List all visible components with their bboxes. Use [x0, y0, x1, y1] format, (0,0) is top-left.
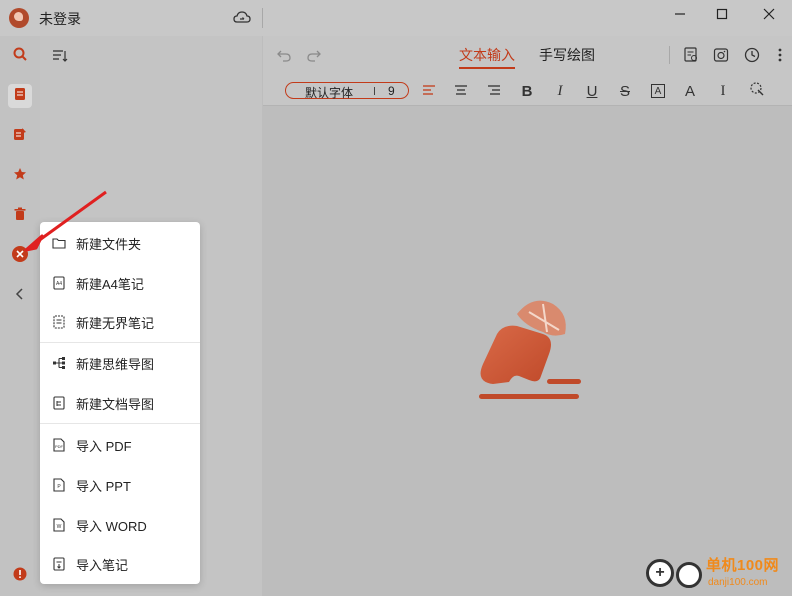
text-height-button[interactable]: I [713, 81, 733, 101]
trash-button[interactable] [8, 204, 32, 228]
menu-import-ppt[interactable]: P 导入 PPT [40, 466, 200, 504]
font-name: 默认字体 [305, 86, 354, 100]
note-icon [13, 87, 27, 106]
strikethrough-button[interactable]: S [615, 81, 635, 101]
menu-label: 新建无界笔记 [76, 315, 155, 331]
text-box-icon: A [651, 84, 665, 98]
ppt-icon: P [52, 478, 66, 492]
folder-icon [52, 236, 66, 250]
editor-toolbar: 文本输入 手写绘图 默认字体 9 B I U S A A I [263, 36, 792, 106]
menu-new-mindmap[interactable]: 新建思维导图 [40, 344, 200, 382]
left-rail [0, 36, 40, 596]
notes-button[interactable] [8, 84, 32, 108]
menu-divider [40, 423, 200, 424]
empty-state-illustration [473, 294, 583, 409]
minimize-icon [674, 7, 686, 25]
collapse-button[interactable] [8, 284, 32, 308]
menu-new-infinite-note[interactable]: 新建无界笔记 [40, 303, 200, 341]
format-painter-button[interactable] [747, 81, 767, 101]
menu-label: 导入 WORD [76, 518, 147, 534]
watermark-brand: 单机100网 [706, 557, 780, 574]
close-icon [763, 7, 775, 25]
svg-text:W: W [57, 524, 62, 530]
menu-label: 导入 PPT [76, 478, 131, 494]
close-button[interactable] [755, 4, 783, 28]
menu-label: 新建文档导图 [76, 396, 155, 412]
menu-import-note[interactable]: 导入笔记 [40, 545, 200, 583]
svg-text:P: P [57, 484, 61, 490]
menu-new-folder[interactable]: 新建文件夹 [40, 224, 200, 262]
menu-new-a4-note[interactable]: A4 新建A4笔记 [40, 264, 200, 302]
star-icon [13, 167, 27, 186]
add-icon [11, 245, 29, 268]
sort-icon[interactable] [52, 49, 68, 68]
menu-label: 新建文件夹 [76, 236, 142, 252]
app-logo [9, 8, 29, 28]
align-right-icon [487, 83, 501, 100]
menu-label: 导入 PDF [76, 438, 132, 454]
menu-import-word[interactable]: W 导入 WORD [40, 506, 200, 544]
align-left-button[interactable] [419, 81, 439, 101]
menu-label: 导入笔记 [76, 557, 129, 573]
pdf-icon: PDF [52, 438, 66, 452]
search-button[interactable] [8, 44, 32, 68]
watermark-url: danji100.com [708, 577, 768, 588]
align-left-icon [422, 83, 436, 100]
watermark-plus-icon: + [646, 559, 674, 587]
mindmap-icon [52, 356, 66, 370]
font-color-button[interactable]: A [680, 81, 700, 101]
tab-handwriting[interactable]: 手写绘图 [539, 45, 595, 65]
align-right-button[interactable] [484, 81, 504, 101]
cloud-sync-icon[interactable] [233, 10, 251, 26]
insert-image-icon[interactable] [712, 46, 730, 64]
menu-label: 新建思维导图 [76, 356, 155, 372]
import-note-icon [52, 557, 66, 571]
svg-text:PDF: PDF [55, 444, 64, 449]
italic-button[interactable]: I [550, 81, 570, 101]
alert-button[interactable] [8, 564, 32, 588]
menu-import-pdf[interactable]: PDF 导入 PDF [40, 426, 200, 464]
collapse-icon [14, 287, 26, 306]
history-icon[interactable] [743, 46, 761, 64]
titlebar-divider [262, 8, 263, 28]
watermark-circle-icon [676, 562, 702, 588]
add-button[interactable] [8, 244, 32, 268]
alert-icon [13, 567, 27, 586]
trash-icon [13, 207, 27, 226]
svg-text:A4: A4 [56, 281, 62, 287]
menu-label: 新建A4笔记 [76, 276, 144, 292]
bold-button[interactable]: B [517, 81, 537, 101]
tab-text-input[interactable]: 文本输入 [459, 45, 515, 69]
maximize-icon [716, 7, 728, 25]
title-bar: 未登录 [0, 0, 792, 36]
format-painter-icon [749, 81, 765, 101]
search-icon [13, 47, 27, 66]
text-box-button[interactable]: A [648, 81, 668, 101]
align-center-icon [454, 83, 468, 100]
note-info-icon[interactable] [682, 46, 700, 64]
font-selector[interactable]: 默认字体 9 [285, 82, 409, 100]
word-icon: W [52, 518, 66, 532]
minimize-button[interactable] [666, 4, 694, 28]
redo-icon[interactable] [305, 46, 323, 64]
font-selector-divider [374, 87, 375, 95]
more-icon[interactable] [771, 46, 789, 64]
underline-button[interactable]: U [582, 81, 602, 101]
undo-icon[interactable] [275, 46, 293, 64]
a4-note-icon: A4 [52, 276, 66, 290]
menu-divider [40, 342, 200, 343]
login-status[interactable]: 未登录 [39, 9, 81, 29]
favorites-button[interactable] [8, 164, 32, 188]
toolbar-divider [669, 46, 670, 64]
menu-new-doc-map[interactable]: 新建文档导图 [40, 384, 200, 422]
infinite-note-icon [52, 315, 66, 329]
editor-area: 文本输入 手写绘图 默认字体 9 B I U S A A I [263, 36, 792, 596]
align-center-button[interactable] [451, 81, 471, 101]
doc-map-icon [52, 396, 66, 410]
maximize-button[interactable] [708, 4, 736, 28]
tag-icon [13, 127, 27, 146]
font-size[interactable]: 9 [388, 84, 395, 98]
tags-button[interactable] [8, 124, 32, 148]
new-item-menu: 新建文件夹 A4 新建A4笔记 新建无界笔记 新建思维导图 新建文档导图 PDF… [40, 222, 200, 584]
